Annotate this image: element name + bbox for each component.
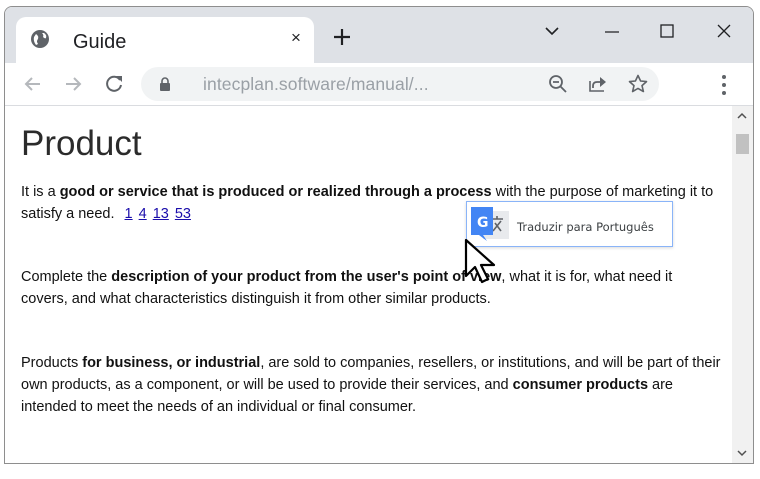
translate-label[interactable]: Traduzir para Português	[517, 220, 654, 234]
url-text[interactable]: intecplan.software/manual/...	[203, 74, 429, 95]
paragraph-business: Products for business, or industrial, ar…	[21, 355, 721, 415]
plus-icon[interactable]	[329, 24, 355, 50]
kebab-menu-icon[interactable]	[714, 71, 734, 99]
chevron-down-icon[interactable]	[532, 15, 572, 47]
svg-text:G: G	[477, 215, 489, 231]
reference-link[interactable]: 1	[125, 206, 133, 222]
scrollbar-thumb[interactable]	[736, 134, 749, 154]
page-title: Product	[21, 124, 142, 163]
minimize-icon[interactable]	[592, 15, 632, 47]
tab-title: Guide	[73, 31, 127, 53]
browser-toolbar: intecplan.software/manual/...	[5, 63, 753, 106]
maximize-icon[interactable]	[647, 15, 687, 47]
reference-link[interactable]: 53	[175, 206, 191, 222]
star-icon[interactable]	[626, 72, 650, 96]
back-arrow-icon[interactable]	[20, 71, 46, 97]
lock-icon[interactable]	[157, 76, 173, 92]
mouse-cursor-icon	[464, 238, 496, 284]
tab-strip: Guide ×	[5, 7, 753, 63]
reference-link[interactable]: 13	[153, 206, 169, 222]
reference-link[interactable]: 4	[139, 206, 147, 222]
tab-close-icon[interactable]: ×	[284, 26, 308, 50]
forward-arrow-icon[interactable]	[60, 71, 86, 97]
close-icon[interactable]	[704, 15, 744, 47]
scroll-down-icon[interactable]	[737, 449, 747, 457]
reload-icon[interactable]	[101, 71, 127, 97]
globe-icon	[31, 30, 49, 48]
paragraph-description: Complete the description of your product…	[21, 269, 673, 307]
scroll-up-icon[interactable]	[737, 112, 747, 120]
tab-guide[interactable]: Guide ×	[16, 17, 314, 63]
page-content: Product It is a good or service that is …	[5, 106, 732, 463]
share-icon[interactable]	[586, 72, 610, 96]
address-bar[interactable]: intecplan.software/manual/...	[141, 67, 659, 101]
zoom-out-icon[interactable]	[546, 72, 570, 96]
vertical-scrollbar[interactable]	[732, 106, 753, 463]
